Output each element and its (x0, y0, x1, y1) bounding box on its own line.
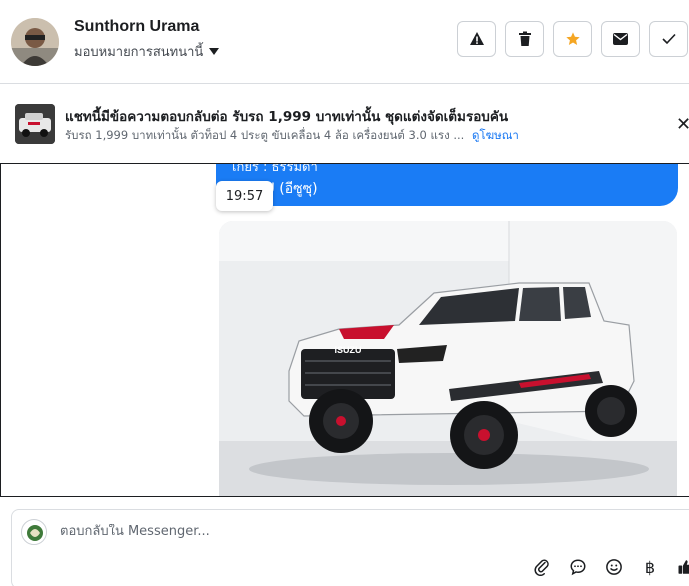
delete-button[interactable] (505, 21, 544, 57)
reply-input[interactable] (60, 524, 360, 539)
thumbs-up-icon (678, 560, 689, 574)
done-button[interactable] (649, 21, 688, 57)
smiley-icon (606, 559, 622, 575)
ad-context-banner: แชทนี้มีข้อความตอบกลับต่อ รับรถ 1,999 บา… (0, 85, 689, 162)
trash-icon (518, 31, 531, 46)
assign-label: มอบหมายการสนทนานี้ (74, 45, 204, 60)
avatar[interactable] (11, 18, 59, 66)
view-ad-link[interactable]: ดูโฆษณา (472, 128, 519, 142)
saved-replies-button[interactable] (567, 556, 589, 578)
like-button[interactable] (675, 556, 689, 578)
baht-icon[interactable]: ฿ (639, 556, 661, 578)
mail-button[interactable] (601, 21, 640, 57)
page-avatar (21, 519, 47, 545)
ad-description: รับรถ 1,999 บาทเท่านั้น ตัวท็อป 4 ประตู … (65, 127, 519, 145)
attach-button[interactable] (531, 556, 553, 578)
assign-conversation-dropdown[interactable]: มอบหมายการสนทนานี้ (74, 41, 220, 62)
envelope-icon (613, 33, 628, 45)
ad-description-text: รับรถ 1,999 บาทเท่านั้น ตัวท็อป 4 ประตู … (65, 128, 465, 142)
star-icon (565, 32, 580, 45)
check-icon (661, 33, 676, 45)
conversation-header: Sunthorn Urama มอบหมายการสนทนานี้ (0, 0, 689, 84)
star-button[interactable] (553, 21, 592, 57)
photo-badge-text: ISUZU (335, 345, 362, 355)
reply-composer: ฿ (0, 498, 689, 586)
message-thread[interactable]: เกียร์ : ธรรมดา ISUZU (อีซูซุ) 19:57 ISU… (0, 163, 689, 497)
chat-bubble-icon (570, 559, 586, 576)
message-timestamp: 19:57 (216, 181, 273, 211)
chevron-down-icon (209, 48, 220, 55)
message-bubble[interactable]: เกียร์ : ธรรมดา ISUZU (อีซูซุ) (216, 163, 678, 206)
emoji-button[interactable] (603, 556, 625, 578)
close-icon[interactable]: ✕ (676, 114, 689, 135)
paperclip-icon (534, 559, 549, 576)
contact-name[interactable]: Sunthorn Urama (74, 18, 199, 36)
ad-thumbnail[interactable] (15, 104, 55, 144)
ad-title: แชทนี้มีข้อความตอบกลับต่อ รับรถ 1,999 บา… (65, 109, 509, 125)
message-photo[interactable]: ISUZU (219, 221, 677, 496)
warning-icon (469, 32, 484, 45)
alert-button[interactable] (457, 21, 496, 57)
message-text-line: เกียร์ : ธรรมดา (232, 163, 318, 175)
